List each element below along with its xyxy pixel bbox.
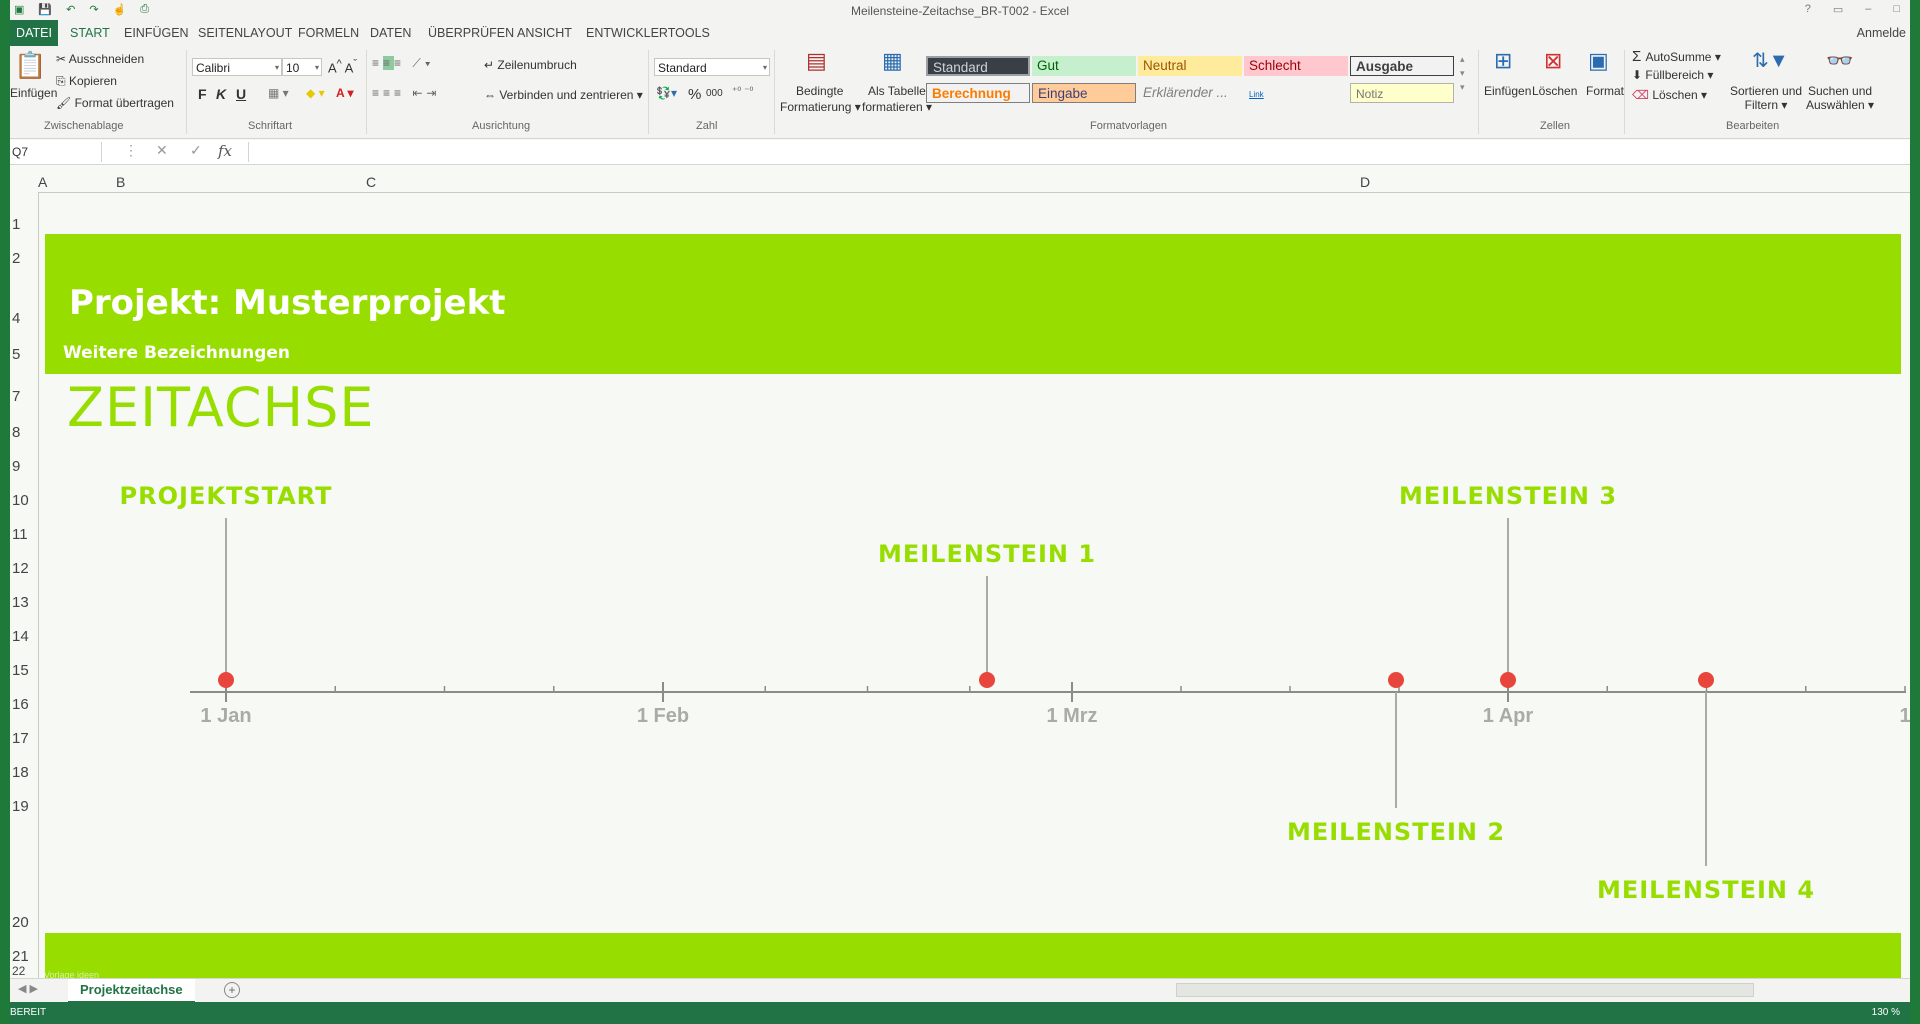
horizontal-scrollbar[interactable] (1176, 983, 1754, 997)
milestone-label: MEILENSTEIN 4 (1596, 876, 1816, 904)
month-label: 1 Mrz (1046, 705, 1098, 727)
milestone-marker (979, 672, 995, 688)
add-sheet-icon[interactable]: + (224, 982, 240, 998)
sheet-tab-bar: ◀ ▶ Projektzeitachse + (10, 978, 1910, 1004)
timeline-graphic (190, 518, 1906, 866)
sheet-tab-projektzeitachse[interactable]: Projektzeitachse (68, 979, 195, 1004)
status-ready: BEREIT (10, 1007, 47, 1018)
milestone-label: MEILENSTEIN 2 (1286, 818, 1506, 846)
milestone-label: PROJEKTSTART (119, 482, 333, 510)
milestone-marker (1388, 672, 1404, 688)
milestone-marker (1698, 672, 1714, 688)
month-label: 1 Jan (200, 705, 252, 727)
excel-window: ▣ 💾 ↶ ↷ ☝ ⎙ Meilensteine-Zeitachse_BR-T0… (10, 0, 1910, 1024)
status-bar: BEREIT 130 % (10, 1002, 1910, 1024)
milestone-marker (218, 672, 234, 688)
month-label: 1 Feb (636, 705, 690, 727)
milestone-marker (1500, 672, 1516, 688)
milestone-label: MEILENSTEIN 1 (877, 540, 1097, 568)
month-label: 1 (1899, 705, 1910, 727)
month-label: 1 Apr (1482, 705, 1534, 727)
milestone-label: MEILENSTEIN 3 (1398, 482, 1618, 510)
zoom-level[interactable]: 130 % (1872, 1007, 1900, 1018)
sheet-nav-icons[interactable]: ◀ ▶ (18, 982, 38, 995)
footer-banner (45, 933, 1901, 978)
